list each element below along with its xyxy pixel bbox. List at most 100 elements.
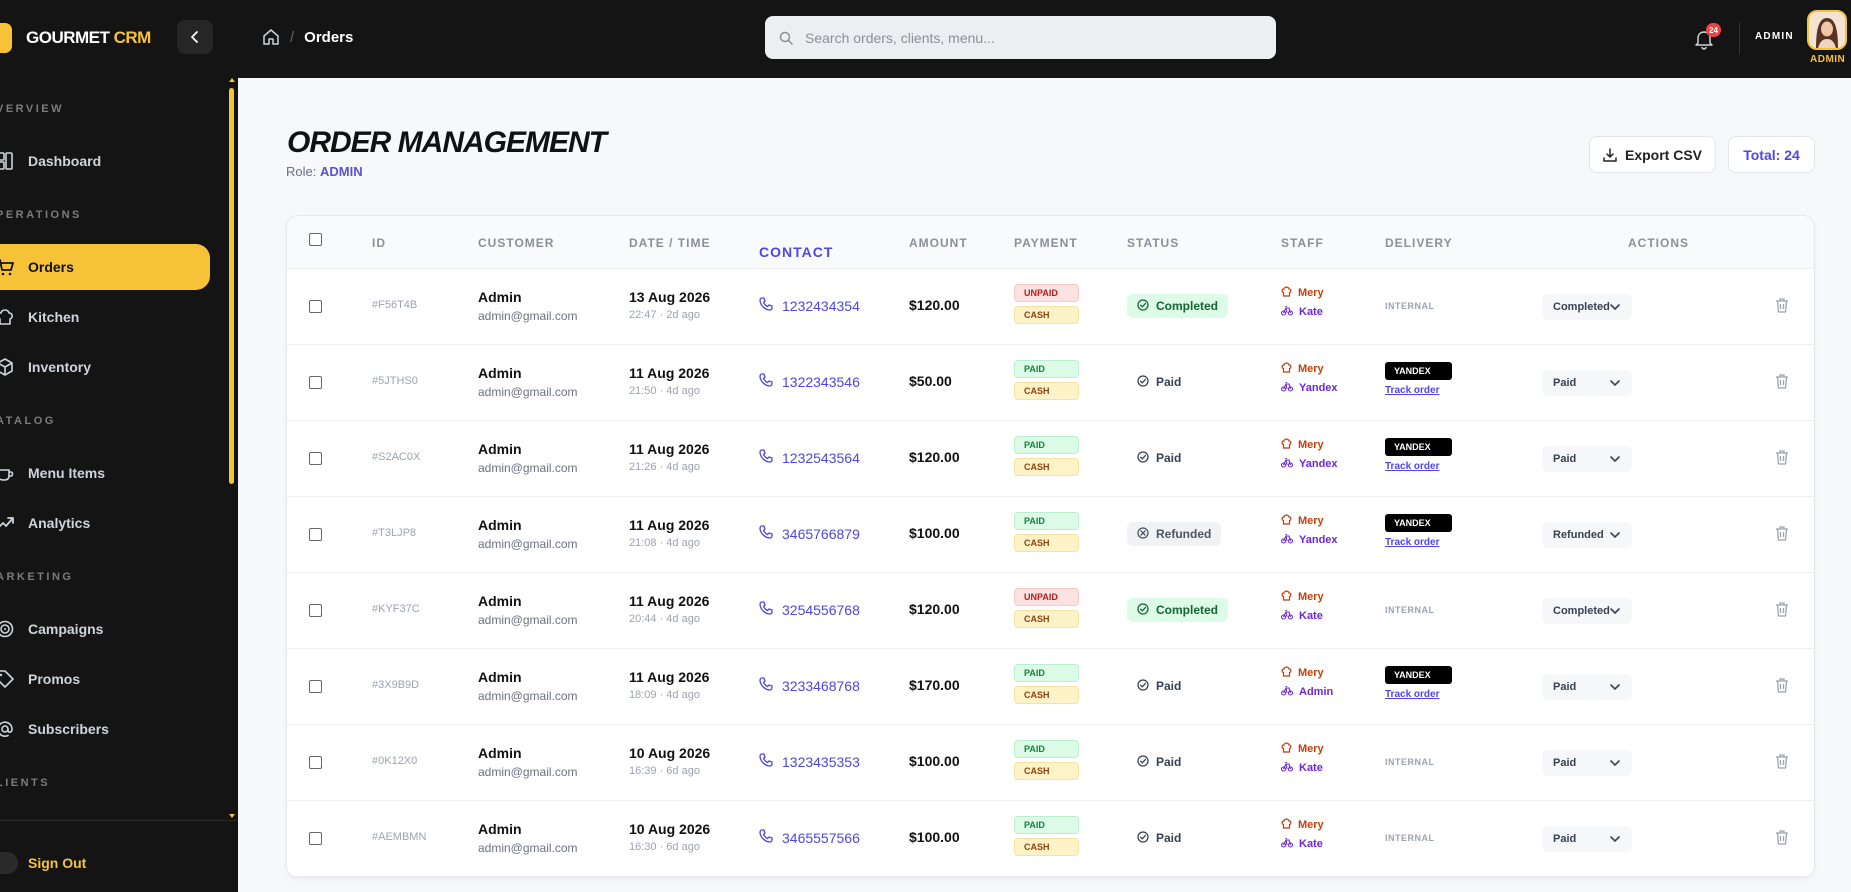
row-checkbox[interactable] xyxy=(309,604,322,617)
sidebar-item-inventory[interactable]: Inventory xyxy=(0,344,210,390)
scrollbar-thumb[interactable] xyxy=(229,88,234,484)
home-icon[interactable] xyxy=(262,28,280,46)
col-datetime[interactable]: DATE / TIME xyxy=(629,236,710,250)
notifications-button[interactable]: 24 xyxy=(1692,23,1721,51)
row-checkbox[interactable] xyxy=(309,376,322,389)
status-select[interactable]: Paid xyxy=(1542,674,1632,700)
order-id[interactable]: #KYF37C xyxy=(372,603,420,615)
table-row[interactable]: #5JTHS0 Admin admin@gmail.com 11 Aug 2026 21… xyxy=(287,345,1814,421)
delivery-type: INTERNAL xyxy=(1385,757,1435,767)
sidebar-item-orders[interactable]: Orders xyxy=(0,244,210,290)
table-row[interactable]: #T3LJP8 Admin admin@gmail.com 11 Aug 2026 21… xyxy=(287,497,1814,573)
contact-phone[interactable]: 3254556768 xyxy=(759,601,860,618)
col-status[interactable]: STATUS xyxy=(1127,236,1179,250)
order-id[interactable]: #F56T4B xyxy=(372,299,417,311)
brand-logo[interactable]: GOURMET CRM xyxy=(0,22,151,54)
table-row[interactable]: #0K12X0 Admin admin@gmail.com 10 Aug 2026 16… xyxy=(287,725,1814,801)
search-input[interactable] xyxy=(805,29,1245,46)
order-id[interactable]: #5JTHS0 xyxy=(372,375,418,387)
delete-button[interactable] xyxy=(1775,677,1789,698)
status-select[interactable]: Refunded xyxy=(1542,522,1632,548)
row-checkbox[interactable] xyxy=(309,832,322,845)
dashboard-icon xyxy=(0,150,18,172)
track-order-link[interactable]: Track order xyxy=(1385,461,1439,472)
col-contact[interactable]: CONTACT xyxy=(759,244,833,260)
avatar[interactable] xyxy=(1807,10,1847,50)
status-select[interactable]: Paid xyxy=(1542,826,1632,852)
row-checkbox[interactable] xyxy=(309,452,322,465)
table-row[interactable]: #S2AC0X Admin admin@gmail.com 11 Aug 2026 21… xyxy=(287,421,1814,497)
row-checkbox[interactable] xyxy=(309,528,322,541)
total-count-badge: Total: 24 xyxy=(1728,136,1815,173)
order-id[interactable]: #3X9B9D xyxy=(372,679,419,691)
contact-phone[interactable]: 1232543564 xyxy=(759,449,860,466)
trash-icon xyxy=(1776,526,1788,541)
status-select[interactable]: Paid xyxy=(1542,750,1632,776)
sidebar-item-analytics[interactable]: Analytics xyxy=(0,500,210,546)
scroll-up-arrow-icon[interactable] xyxy=(229,78,235,82)
check-circle-icon xyxy=(1137,602,1149,618)
col-amount[interactable]: AMOUNT xyxy=(909,236,968,250)
export-csv-button[interactable]: Export CSV xyxy=(1589,136,1716,173)
top-bar: / Orders 24 ADMIN ADMIN xyxy=(238,0,1851,78)
sidebar-item-promos[interactable]: Promos xyxy=(0,656,210,702)
delete-button[interactable] xyxy=(1775,753,1789,774)
contact-phone[interactable]: 3233468768 xyxy=(759,677,860,694)
order-amount: $100.00 xyxy=(909,753,960,769)
sign-out-button[interactable]: Sign Out xyxy=(0,852,86,874)
track-order-link[interactable]: Track order xyxy=(1385,689,1439,700)
status-select[interactable]: Paid xyxy=(1542,446,1632,472)
row-checkbox[interactable] xyxy=(309,756,322,769)
delete-button[interactable] xyxy=(1775,297,1789,318)
sidebar-item-menu-items[interactable]: Menu Items xyxy=(0,450,210,496)
sidebar: GOURMET CRM VERVIEW Dashboard PERATIONS … xyxy=(0,0,238,892)
search-bar[interactable] xyxy=(765,16,1276,59)
table-row[interactable]: #AEMBMN Admin admin@gmail.com 10 Aug 2026 16… xyxy=(287,801,1814,877)
table-row[interactable]: #KYF37C Admin admin@gmail.com 11 Aug 2026 20… xyxy=(287,573,1814,649)
contact-phone[interactable]: 3465766879 xyxy=(759,525,860,542)
contact-phone[interactable]: 1232434354 xyxy=(759,297,860,314)
sidebar-item-kitchen[interactable]: Kitchen xyxy=(0,294,210,340)
courier-name: Kate xyxy=(1299,306,1323,318)
select-all-checkbox[interactable] xyxy=(309,233,322,246)
delete-button[interactable] xyxy=(1775,601,1789,622)
contact-phone[interactable]: 3465557566 xyxy=(759,829,860,846)
order-id[interactable]: #AEMBMN xyxy=(372,831,426,843)
user-name-label[interactable]: ADMIN xyxy=(1755,31,1794,42)
status-select[interactable]: Completed xyxy=(1542,598,1632,624)
col-customer[interactable]: CUSTOMER xyxy=(478,236,554,250)
order-id[interactable]: #S2AC0X xyxy=(372,451,420,463)
delete-button[interactable] xyxy=(1775,449,1789,470)
collapse-sidebar-button[interactable] xyxy=(177,20,213,54)
col-payment[interactable]: PAYMENT xyxy=(1014,236,1078,250)
col-staff[interactable]: STAFF xyxy=(1281,236,1324,250)
contact-phone[interactable]: 1322343546 xyxy=(759,373,860,390)
col-id[interactable]: ID xyxy=(372,236,386,250)
status-select-value: Completed xyxy=(1553,301,1610,313)
order-id[interactable]: #T3LJP8 xyxy=(372,527,416,539)
courier-name: Admin xyxy=(1299,686,1334,698)
row-checkbox[interactable] xyxy=(309,300,322,313)
status-select[interactable]: Paid xyxy=(1542,370,1632,396)
table-row[interactable]: #F56T4B Admin admin@gmail.com 13 Aug 2026 22… xyxy=(287,269,1814,345)
sidebar-item-campaigns[interactable]: Campaigns xyxy=(0,606,210,652)
sidebar-scrollbar[interactable] xyxy=(229,78,235,820)
delete-button[interactable] xyxy=(1775,373,1789,394)
sidebar-item-dashboard[interactable]: Dashboard xyxy=(0,138,210,184)
track-order-link[interactable]: Track order xyxy=(1385,537,1439,548)
delete-button[interactable] xyxy=(1775,829,1789,850)
status-label: Completed xyxy=(1156,603,1219,617)
table-row[interactable]: #3X9B9D Admin admin@gmail.com 11 Aug 2026 18… xyxy=(287,649,1814,725)
page-title: ORDER MANAGEMENT xyxy=(287,126,607,159)
sidebar-item-subscribers[interactable]: Subscribers xyxy=(0,706,210,752)
status-badge: Paid xyxy=(1127,674,1191,698)
scroll-down-arrow-icon[interactable] xyxy=(229,814,235,818)
order-id[interactable]: #0K12X0 xyxy=(372,755,417,767)
delete-button[interactable] xyxy=(1775,525,1789,546)
status-select[interactable]: Completed xyxy=(1542,294,1632,320)
chevron-down-icon xyxy=(1610,606,1620,618)
col-delivery[interactable]: DELIVERY xyxy=(1385,236,1453,250)
contact-phone[interactable]: 1323435353 xyxy=(759,753,860,770)
row-checkbox[interactable] xyxy=(309,680,322,693)
track-order-link[interactable]: Track order xyxy=(1385,385,1439,396)
